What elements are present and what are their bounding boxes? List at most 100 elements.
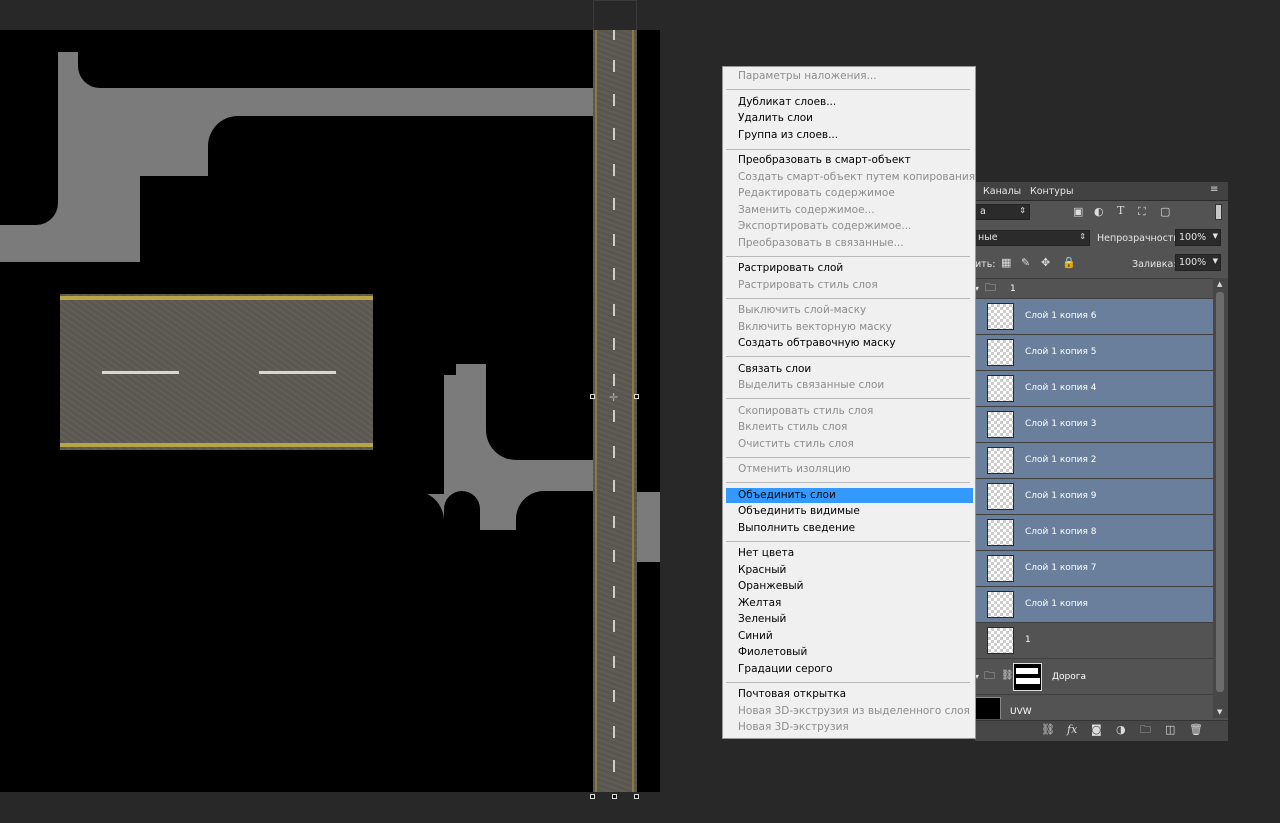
mask-icon[interactable]: ◙ <box>1091 724 1102 736</box>
adjustment-filter-icon[interactable]: ◐ <box>1094 206 1104 218</box>
menu-item-duplicate-layers[interactable]: Дубликат слоев... <box>738 96 836 108</box>
fill-input[interactable]: 100% ▼ <box>1175 254 1221 271</box>
opacity-input[interactable]: 100% ▼ <box>1175 229 1221 246</box>
menu-item-clear-layer-style[interactable]: Очистить стиль слоя <box>738 438 854 450</box>
menu-item-postcard[interactable]: Почтовая открытка <box>738 688 846 700</box>
layer-row[interactable]: Слой 1 копия 3 <box>975 407 1213 443</box>
transform-handle[interactable] <box>590 794 595 799</box>
layer-thumbnail <box>987 519 1014 546</box>
filter-toggle[interactable] <box>1215 204 1222 220</box>
tab-paths[interactable]: Контуры <box>1030 186 1073 197</box>
adjustment-icon[interactable]: ◑ <box>1116 724 1126 736</box>
layer-row[interactable]: Слой 1 копия 7 <box>975 551 1213 587</box>
layers-bottom-toolbar: ⛓ fx ◙ ◑ 🗀 ◫ 🗑 <box>975 720 1228 741</box>
menu-item-copy-layer-style[interactable]: Скопировать стиль слоя <box>738 405 873 417</box>
menu-item-color-gray[interactable]: Градации серого <box>738 663 833 675</box>
folder-icon[interactable]: 🗀 <box>1140 724 1151 736</box>
menu-item-color-red[interactable]: Красный <box>738 564 786 576</box>
vertical-road-strip[interactable] <box>593 30 637 792</box>
menu-item-delete-layers[interactable]: Удалить слои <box>738 112 813 124</box>
transform-handle[interactable] <box>612 794 617 799</box>
menu-item-create-clipping-mask[interactable]: Создать обтравочную маску <box>738 337 896 349</box>
menu-separator <box>726 682 970 683</box>
menu-item-select-linked-layers[interactable]: Выделить связанные слои <box>738 379 884 391</box>
transform-center-icon[interactable]: ✛ <box>609 392 618 404</box>
menu-item-color-green[interactable]: Зеленый <box>738 613 786 625</box>
menu-item-merge-layers[interactable]: Объединить слои <box>738 489 836 501</box>
lock-position-icon[interactable]: ✥ <box>1041 257 1050 269</box>
menu-item-disable-layer-mask[interactable]: Выключить слой-маску <box>738 304 866 316</box>
layers-list: ▾ 🗀 1 Слой 1 копия 6 Слой 1 копия 5 Слой… <box>975 278 1213 719</box>
transform-handle[interactable] <box>634 794 639 799</box>
transform-handle[interactable] <box>634 394 639 399</box>
layer-row[interactable]: Слой 1 копия 8 <box>975 515 1213 551</box>
scroll-down-icon[interactable]: ▼ <box>1217 706 1222 718</box>
layer-thumbnail <box>987 447 1014 474</box>
layer-row[interactable]: Слой 1 копия 4 <box>975 371 1213 407</box>
menu-item-export-contents[interactable]: Экспортировать содержимое... <box>738 220 911 232</box>
layer-row[interactable]: Слой 1 копия <box>975 587 1213 623</box>
smartobject-filter-icon[interactable]: ▢ <box>1160 206 1170 218</box>
menu-item-edit-contents[interactable]: Редактировать содержимое <box>738 187 895 199</box>
menu-item-flatten-image[interactable]: Выполнить сведение <box>738 522 855 534</box>
group-mask-thumbnail <box>1013 663 1042 691</box>
trash-icon[interactable]: 🗑 <box>1189 724 1203 736</box>
layers-scrollbar[interactable]: ▲ ▼ <box>1213 278 1228 718</box>
link-icon[interactable]: ⛓ <box>1041 724 1055 736</box>
menu-item-rasterize-layer-style[interactable]: Растрировать стиль слоя <box>738 279 878 291</box>
menu-item-blending-options[interactable]: Параметры наложения... <box>738 70 877 82</box>
menu-item-convert-to-linked[interactable]: Преобразовать в связанные... <box>738 237 904 249</box>
layer-group-row[interactable]: ▾ 🗀 1 <box>975 279 1213 299</box>
chain-link-icon[interactable]: ⛓ <box>1001 670 1014 682</box>
layers-context-menu: Параметры наложения... Дубликат слоев...… <box>722 66 976 739</box>
transform-handle[interactable] <box>590 394 595 399</box>
layer-row[interactable]: Слой 1 копия 6 <box>975 299 1213 335</box>
menu-item-release-from-isolation[interactable]: Отменить изоляцию <box>738 463 851 475</box>
panel-menu-icon[interactable]: ≡ <box>1210 184 1218 196</box>
image-filter-icon[interactable]: ▣ <box>1073 206 1083 218</box>
layer-thumbnail <box>987 303 1014 330</box>
scroll-thumb[interactable] <box>1216 292 1224 692</box>
layer-group-row[interactable]: ▾ 🗀 ⛓ Дорога <box>975 659 1213 695</box>
layer-row[interactable]: UVW <box>975 695 1213 719</box>
layer-thumbnail <box>987 555 1014 582</box>
menu-item-paste-layer-style[interactable]: Вклеить стиль слоя <box>738 421 847 433</box>
menu-item-color-yellow[interactable]: Желтая <box>738 597 781 609</box>
layer-row[interactable]: 1 <box>975 623 1213 659</box>
menu-item-color-orange[interactable]: Оранжевый <box>738 580 803 592</box>
menu-separator <box>726 482 970 483</box>
layer-row[interactable]: Слой 1 копия 2 <box>975 443 1213 479</box>
menu-item-color-blue[interactable]: Синий <box>738 630 773 642</box>
menu-item-rasterize-layer[interactable]: Растрировать слой <box>738 262 843 274</box>
menu-item-replace-contents[interactable]: Заменить содержимое... <box>738 204 875 216</box>
lock-all-icon[interactable]: 🔒 <box>1062 257 1076 269</box>
lock-pixels-icon[interactable]: ✎ <box>1021 257 1030 269</box>
menu-item-convert-smart-object[interactable]: Преобразовать в смарт-объект <box>738 154 911 166</box>
menu-item-link-layers[interactable]: Связать слои <box>738 363 811 375</box>
layer-filter-select[interactable]: а ⇕ <box>975 204 1030 220</box>
canvas-cutout <box>480 706 520 792</box>
menu-item-3d-extrusion-from-layer[interactable]: Новая 3D-экструзия из выделенного слоя <box>738 705 970 717</box>
layer-name: Слой 1 копия <box>1025 599 1088 609</box>
scroll-up-icon[interactable]: ▲ <box>1217 278 1222 290</box>
document-canvas[interactable] <box>0 30 660 792</box>
menu-item-color-none[interactable]: Нет цвета <box>738 547 794 559</box>
menu-item-new-smart-object-via-copy[interactable]: Создать смарт-объект путем копирования <box>738 171 975 183</box>
menu-item-group-from-layers[interactable]: Группа из слоев... <box>738 129 838 141</box>
layer-row[interactable]: Слой 1 копия 9 <box>975 479 1213 515</box>
new-layer-icon[interactable]: ◫ <box>1165 724 1175 736</box>
layer-row[interactable]: Слой 1 копия 5 <box>975 335 1213 371</box>
menu-separator <box>726 256 970 257</box>
canvas-cutout <box>444 491 480 792</box>
lock-transparent-icon[interactable]: ▦ <box>1001 257 1011 269</box>
tab-channels[interactable]: Каналы <box>983 186 1021 197</box>
type-filter-icon[interactable]: T <box>1117 205 1124 217</box>
shape-filter-icon[interactable]: ⛶ <box>1138 206 1146 218</box>
menu-item-merge-visible[interactable]: Объединить видимые <box>738 505 860 517</box>
canvas-cutout <box>140 176 240 266</box>
menu-item-color-violet[interactable]: Фиолетовый <box>738 646 807 658</box>
menu-item-enable-vector-mask[interactable]: Включить векторную маску <box>738 321 892 333</box>
fx-icon[interactable]: fx <box>1067 724 1077 736</box>
blend-mode-select[interactable]: ные ⇕ <box>975 230 1090 246</box>
menu-item-3d-extrusion[interactable]: Новая 3D-экструзия <box>738 721 849 733</box>
